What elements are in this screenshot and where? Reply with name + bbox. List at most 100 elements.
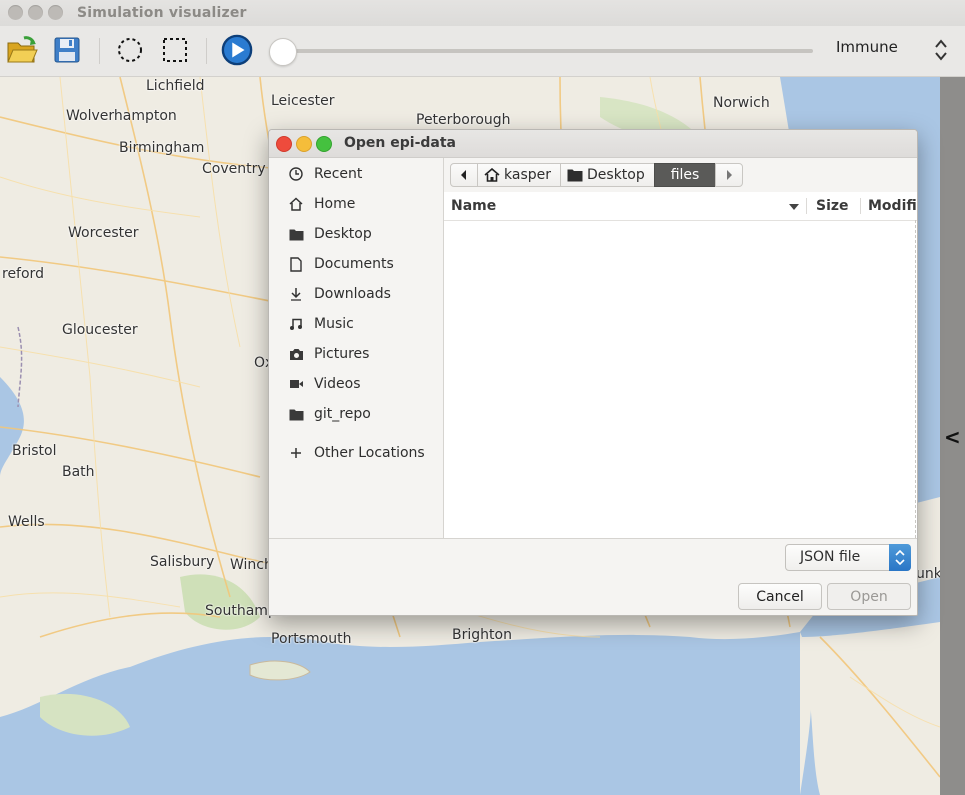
folder-open-icon [7,36,38,63]
column-header-size[interactable]: Size [816,198,849,214]
toolbar-separator [206,38,207,64]
updown-chevron-icon [895,549,905,566]
dialog-titlebar: Open epi-data [269,130,917,158]
music-icon [288,316,304,332]
sidebar-item-desktop[interactable]: Desktop [269,219,443,249]
updown-chevron-icon [935,39,947,61]
map-city-label: Portsmouth [271,631,352,647]
sidebar-item-label: Documents [314,256,394,272]
sidebar-item-recent[interactable]: Recent [269,159,443,189]
sidebar-item-pictures[interactable]: Pictures [269,339,443,369]
file-list[interactable]: Name Size Modified [444,192,917,538]
sidebar-item-label: Pictures [314,346,370,362]
play-button[interactable] [221,34,253,66]
sidebar-item-label: Downloads [314,286,391,302]
map-city-label: Bristol [12,443,57,459]
sidebar-item-label: Videos [314,376,361,392]
save-icon [54,37,80,63]
sidebar-item-videos[interactable]: Videos [269,369,443,399]
home-icon [484,168,500,182]
chevron-left-icon [461,170,466,180]
home-icon [288,196,304,212]
collapse-panel-button[interactable]: < [944,425,961,449]
path-crumb-label: files [670,167,700,183]
path-crumb-label: kasper [504,167,551,183]
path-crumb-desktop[interactable]: Desktop [560,163,655,187]
sidebar-item-home[interactable]: Home [269,189,443,219]
dialog-minimize-button[interactable] [296,136,312,152]
cancel-button[interactable]: Cancel [738,583,822,610]
path-forward-button[interactable] [715,163,743,187]
mode-select[interactable]: Immune [826,36,956,66]
map-city-label: Worcester [68,225,139,241]
mode-select-value: Immune [836,38,898,56]
open-file-button[interactable] [6,34,38,66]
window-title: Simulation visualizer [77,5,247,21]
folder-icon [288,406,304,422]
window-titlebar: Simulation visualizer [0,0,965,26]
maximize-window-button[interactable] [48,5,63,20]
column-header-name[interactable]: Name [451,198,496,214]
map-city-label: Salisbury [150,554,215,570]
map-city-label: Bath [62,464,95,480]
file-list-header: Name Size Modified [444,192,917,221]
file-type-filter-value: JSON file [800,549,861,565]
map-city-label: Peterborough [416,112,511,128]
map-city-label: Brighton [452,627,512,643]
folder-icon [567,169,583,182]
column-separator [860,198,861,214]
timeline-slider-handle[interactable] [269,38,297,66]
map-city-label: Coventry [202,161,266,177]
rect-select-button[interactable] [159,34,191,66]
toolbar-separator [99,38,100,64]
close-window-button[interactable] [8,5,23,20]
map-city-label: Gloucester [62,322,138,338]
minimize-window-button[interactable] [28,5,43,20]
sidebar-item-label: Desktop [314,226,372,242]
clock-icon [288,166,304,182]
open-button[interactable]: Open [827,583,911,610]
column-separator [806,198,807,214]
sort-descending-icon [789,204,799,210]
map-city-label: Leicester [271,93,335,109]
file-list-edge [915,220,917,538]
path-bar: kasper Desktop files [450,163,744,189]
save-button[interactable] [51,34,83,66]
map-city-label: reford [2,266,44,282]
sidebar-item-documents[interactable]: Documents [269,249,443,279]
circle-select-button[interactable] [114,34,146,66]
play-icon [221,34,253,66]
video-icon [288,376,304,392]
sidebar-item-downloads[interactable]: Downloads [269,279,443,309]
chevron-right-icon [727,170,732,180]
path-crumb-label: Desktop [587,167,645,183]
file-type-filter[interactable]: JSON file [785,544,911,571]
sidebar-item-label: git_repo [314,406,371,422]
dialog-footer: JSON file Cancel Open [269,538,917,615]
dialog-maximize-button[interactable] [316,136,332,152]
path-back-button[interactable] [450,163,478,187]
path-crumb-files[interactable]: files [654,163,716,187]
toolbar: Immune [0,26,965,77]
sidebar-item-git-repo[interactable]: git_repo [269,399,443,429]
dialog-title: Open epi-data [344,135,456,151]
sidebar-item-label: Home [314,196,356,212]
places-sidebar: Recent Home Desktop Documents Downloads … [269,158,444,538]
map-city-label: Lichfield [146,78,205,94]
camera-icon [288,346,304,362]
dialog-close-button[interactable] [276,136,292,152]
sidebar-item-label: Recent [314,166,363,182]
rect-select-icon [163,38,187,62]
folder-icon [288,226,304,242]
sidebar-item-other-locations[interactable]: Other Locations [269,438,443,468]
timeline-slider-track[interactable] [288,49,813,53]
sidebar-item-music[interactable]: Music [269,309,443,339]
download-icon [288,286,304,302]
map-city-label: Wolverhampton [66,108,177,124]
filter-dropdown-button[interactable] [889,544,911,571]
map-city-label: Norwich [713,95,770,111]
sidebar-item-label: Other Locations [314,445,425,461]
column-header-modified[interactable]: Modified [868,198,917,214]
path-crumb-kasper[interactable]: kasper [477,163,561,187]
open-file-dialog: Open epi-data Recent Home Desktop Docume… [268,129,918,616]
